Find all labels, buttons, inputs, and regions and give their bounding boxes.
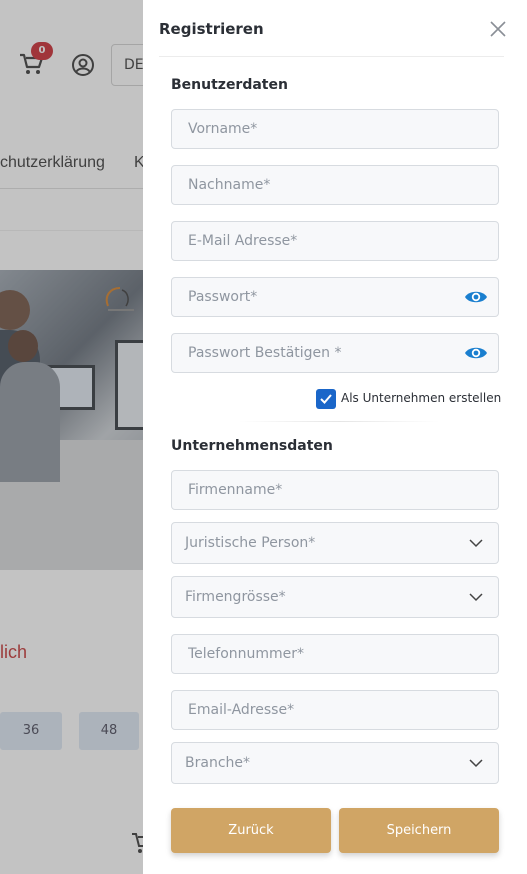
header-divider <box>159 56 504 57</box>
chevron-down-icon <box>469 593 483 602</box>
section-divider <box>239 421 439 422</box>
page: 0 DE chutzerklärung K lich 36 48 Registr… <box>0 0 527 874</box>
password-confirm-field[interactable] <box>171 333 499 373</box>
chevron-down-icon <box>469 759 483 768</box>
email-field[interactable] <box>171 221 499 261</box>
save-button[interactable]: Speichern <box>339 808 499 853</box>
eye-icon[interactable] <box>464 345 488 361</box>
phone-field[interactable] <box>171 634 499 674</box>
legal-person-select-value: Juristische Person* <box>185 535 316 551</box>
registration-drawer: Registrieren Benutzerdaten Als Unternehm… <box>143 0 527 874</box>
last-name-field[interactable] <box>171 165 499 205</box>
user-section-title: Benutzerdaten <box>171 77 288 93</box>
drawer-title: Registrieren <box>159 20 264 38</box>
company-name-field[interactable] <box>171 470 499 510</box>
company-section-title: Unternehmensdaten <box>171 438 333 454</box>
close-icon[interactable] <box>488 19 508 39</box>
company-checkbox[interactable] <box>316 389 336 409</box>
company-email-field[interactable] <box>171 690 499 730</box>
checkmark-icon <box>320 394 332 404</box>
password-field[interactable] <box>171 277 499 317</box>
legal-person-select[interactable]: Juristische Person* <box>171 522 499 564</box>
company-checkbox-label[interactable]: Als Unternehmen erstellen <box>341 391 501 405</box>
chevron-down-icon <box>469 539 483 548</box>
company-size-select[interactable]: Firmengrösse* <box>171 576 499 618</box>
eye-icon[interactable] <box>464 289 488 305</box>
back-button[interactable]: Zurück <box>171 808 331 853</box>
company-size-select-value: Firmengrösse* <box>185 589 286 605</box>
industry-select-value: Branche* <box>185 755 250 771</box>
industry-select[interactable]: Branche* <box>171 742 499 784</box>
first-name-field[interactable] <box>171 109 499 149</box>
